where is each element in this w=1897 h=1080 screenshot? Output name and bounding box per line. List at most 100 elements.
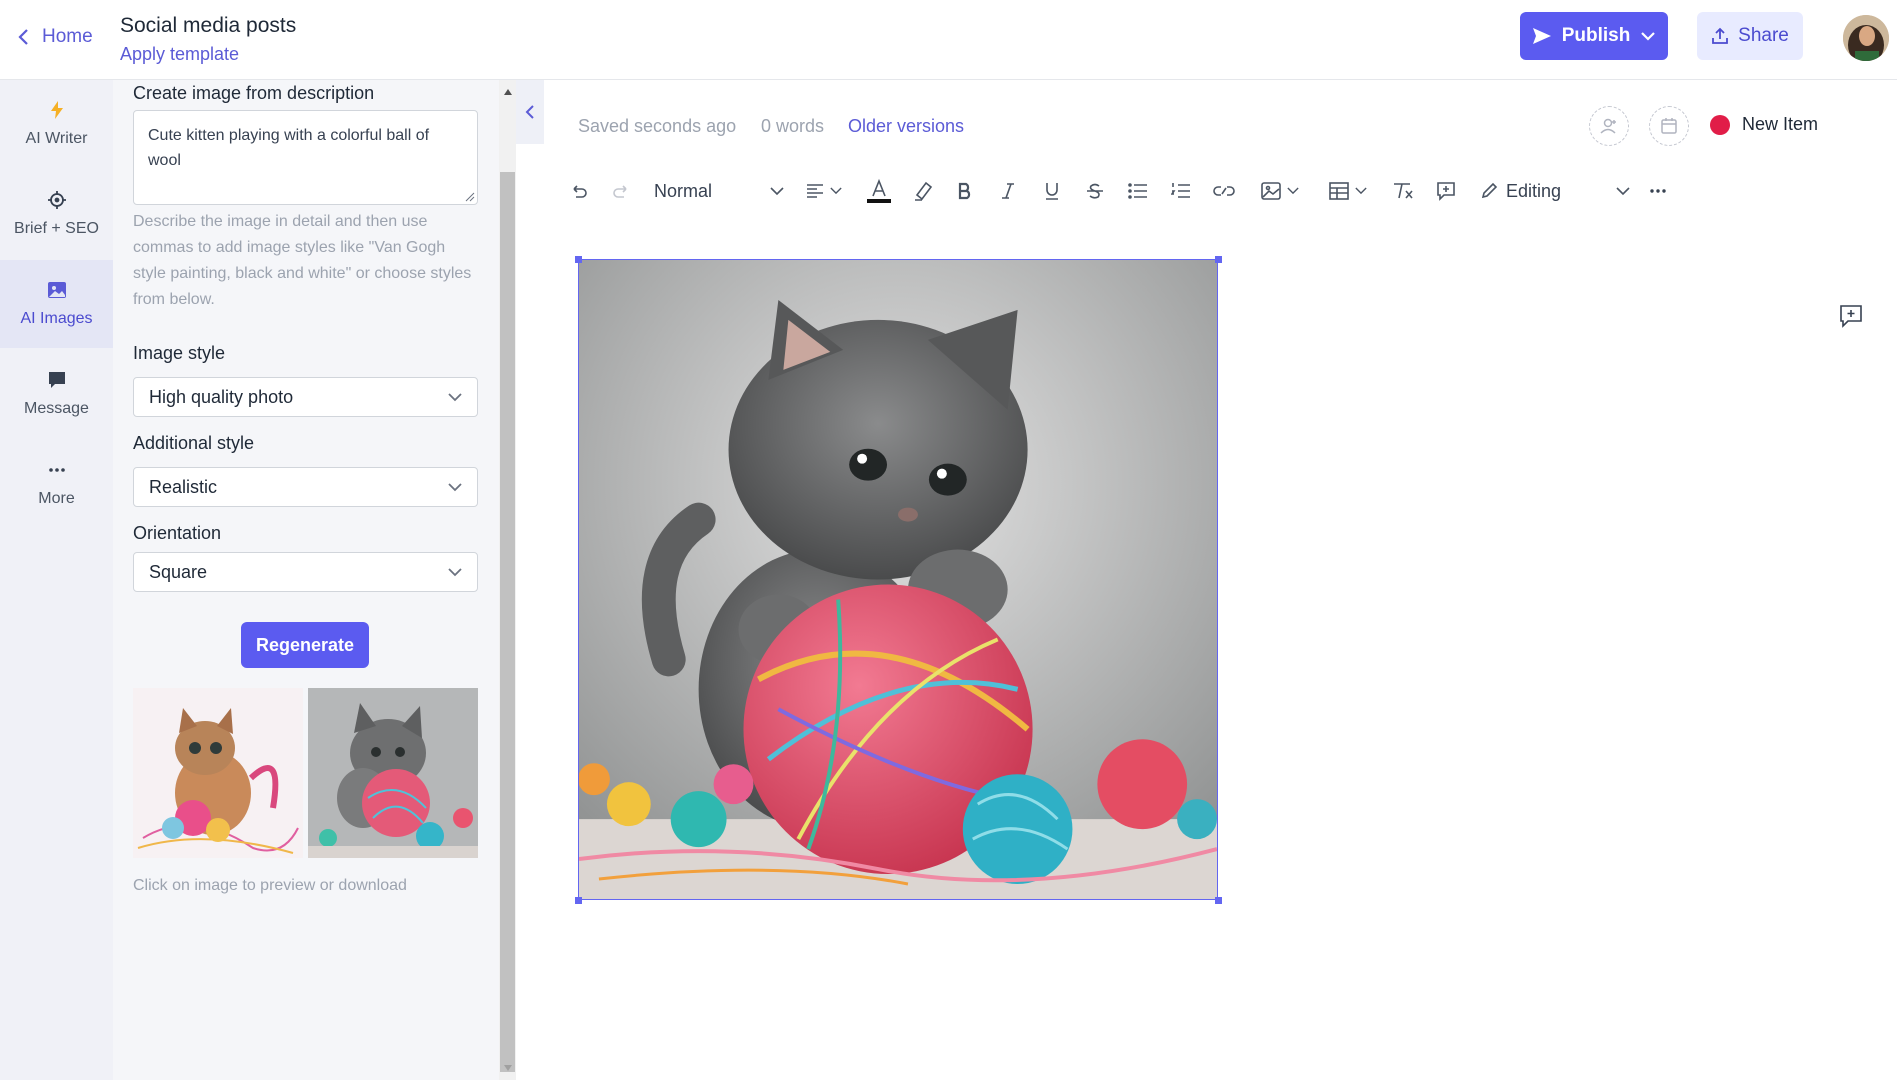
bullet-list-icon <box>1128 183 1147 199</box>
home-label: Home <box>42 26 93 47</box>
description-text: Cute kitten playing with a colorful ball… <box>148 127 430 169</box>
paragraph-style-select[interactable]: Normal <box>654 178 784 204</box>
rail-item-label: Message <box>24 400 89 417</box>
underline-button[interactable] <box>1039 178 1065 204</box>
home-back-link[interactable]: Home <box>16 26 93 48</box>
orientation-select[interactable]: Square <box>133 552 478 592</box>
rail-item-ai-images[interactable]: AI Images <box>0 260 113 348</box>
chevron-left-icon <box>18 29 28 45</box>
resize-handle-icon[interactable] <box>465 192 475 202</box>
chevron-down-icon <box>448 392 462 401</box>
publish-label: Publish <box>1561 25 1631 46</box>
upload-icon <box>1712 27 1729 44</box>
editing-mode-select[interactable]: Editing <box>1480 178 1630 204</box>
image-icon <box>47 282 66 298</box>
older-versions-link[interactable]: Older versions <box>848 116 964 137</box>
clear-formatting-button[interactable] <box>1390 178 1416 204</box>
bullet-list-button[interactable] <box>1125 178 1151 204</box>
resize-handle-top-left[interactable] <box>575 256 582 263</box>
strikethrough-button[interactable] <box>1082 178 1108 204</box>
insert-image-button[interactable] <box>1256 178 1304 204</box>
chat-icon <box>48 372 65 388</box>
pencil-icon <box>1481 182 1498 199</box>
rail-item-label: More <box>38 490 75 507</box>
underline-icon <box>1046 183 1058 200</box>
image-style-label: Image style <box>133 343 226 363</box>
insert-table-button[interactable] <box>1324 178 1372 204</box>
chevron-down-icon <box>770 186 784 195</box>
chevron-left-icon <box>525 105 534 119</box>
additional-style-value: Realistic <box>149 476 218 497</box>
status-selector[interactable]: New Item <box>1710 114 1818 135</box>
chevron-down-icon <box>1355 187 1367 195</box>
highlighter-icon <box>915 181 933 201</box>
additional-style-label: Additional style <box>133 433 255 453</box>
orientation-label: Orientation <box>133 523 222 543</box>
rail-item-message[interactable]: Message <box>0 350 113 438</box>
image-style-select[interactable]: High quality photo <box>133 377 478 417</box>
generated-image-thumbnail-selected[interactable] <box>308 688 478 858</box>
redo-button[interactable] <box>608 178 634 204</box>
rail-item-label: AI Writer <box>25 130 88 147</box>
add-collaborator-button[interactable] <box>1589 106 1629 146</box>
thumbnail-hint: Click on image to preview or download <box>133 877 407 894</box>
chevron-down-icon <box>830 187 842 195</box>
table-icon <box>1329 182 1349 200</box>
bold-button[interactable] <box>952 178 978 204</box>
target-icon <box>47 191 66 209</box>
resize-handle-top-right[interactable] <box>1215 256 1222 263</box>
panel-scrollbar-thumb[interactable] <box>500 172 515 1072</box>
share-button[interactable]: Share <box>1697 12 1803 60</box>
undo-button[interactable] <box>566 178 592 204</box>
chevron-down-icon <box>1641 32 1656 41</box>
collapse-panel-button[interactable] <box>516 80 544 144</box>
ai-images-panel: Create image from description Cute kitte… <box>113 80 499 1080</box>
regenerate-button[interactable]: Regenerate <box>241 622 369 668</box>
rail-item-more[interactable]: More <box>0 440 113 528</box>
link-icon <box>1213 186 1235 196</box>
align-button[interactable] <box>801 178 847 204</box>
scroll-up-arrow-icon[interactable] <box>503 88 513 96</box>
share-label: Share <box>1738 25 1789 46</box>
margin-add-comment-button[interactable] <box>1838 303 1864 334</box>
italic-icon <box>1002 183 1014 199</box>
editing-mode-value: Editing <box>1506 180 1562 201</box>
italic-button[interactable] <box>995 178 1021 204</box>
apply-template-link[interactable]: Apply template <box>120 44 296 65</box>
scroll-down-arrow-icon[interactable] <box>503 1064 513 1072</box>
generated-image-thumbnail[interactable] <box>133 688 303 858</box>
publish-button[interactable]: Publish <box>1520 12 1668 60</box>
document-title[interactable]: Social media posts <box>120 14 296 38</box>
numbered-list-button[interactable] <box>1168 178 1194 204</box>
chevron-down-icon <box>448 567 462 576</box>
inserted-image[interactable] <box>578 259 1218 900</box>
resize-handle-bottom-right[interactable] <box>1215 897 1222 904</box>
user-avatar[interactable] <box>1843 15 1889 61</box>
comment-add-icon <box>1437 182 1455 201</box>
text-color-button[interactable] <box>866 178 892 204</box>
document-header: Social media posts Apply template <box>120 14 296 65</box>
chevron-down-icon <box>1287 187 1299 195</box>
highlight-button[interactable] <box>910 178 936 204</box>
rail-item-ai-writer[interactable]: AI Writer <box>0 80 113 168</box>
image-description-input[interactable]: Cute kitten playing with a colorful ball… <box>133 110 478 205</box>
chevron-down-icon <box>448 482 462 491</box>
description-label: Create image from description <box>133 83 375 103</box>
additional-style-select[interactable]: Realistic <box>133 467 478 507</box>
rail-item-label: AI Images <box>20 310 93 327</box>
rail-item-brief-seo[interactable]: Brief + SEO <box>0 170 113 258</box>
link-button[interactable] <box>1211 178 1237 204</box>
text-color-icon <box>867 178 891 203</box>
strikethrough-icon <box>1087 183 1103 199</box>
resize-handle-bottom-left[interactable] <box>575 897 582 904</box>
image-style-value: High quality photo <box>149 386 294 407</box>
add-comment-button[interactable] <box>1433 178 1459 204</box>
undo-icon <box>573 185 587 198</box>
ellipsis-icon <box>48 468 65 472</box>
add-user-icon <box>1600 118 1616 134</box>
saved-status: Saved seconds ago <box>578 116 737 136</box>
more-options-button[interactable] <box>1648 178 1668 204</box>
send-icon <box>1532 28 1551 44</box>
schedule-button[interactable] <box>1649 106 1689 146</box>
word-count: 0 words <box>761 116 825 136</box>
